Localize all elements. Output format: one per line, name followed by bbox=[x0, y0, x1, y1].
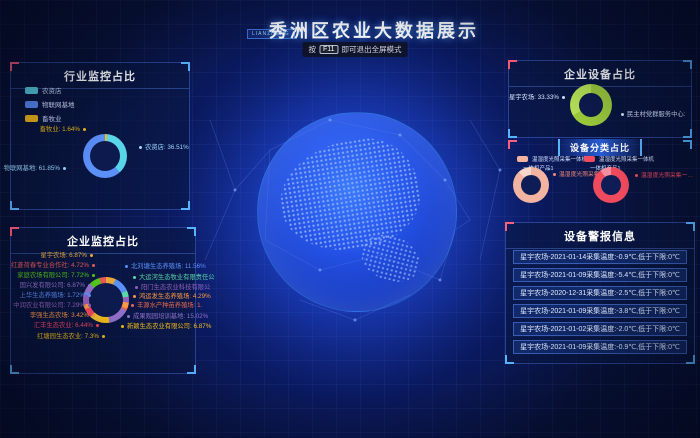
chart-label: 红菱荷春专业合作社: 4.72% bbox=[11, 263, 95, 269]
legend-label: 温湿度光照采集一体机 bbox=[599, 155, 654, 163]
chart-label: 星宇农场: 33.33% bbox=[509, 95, 565, 101]
alarm-row: 星宇农场-2021-01-09采集温度:-5.4℃,低于下限:0℃ bbox=[513, 268, 687, 282]
chart-label: 上华生态养殖场: 1.72% bbox=[20, 293, 91, 299]
equipment-donut-chart[interactable] bbox=[570, 84, 612, 126]
legend-item[interactable]: 畜牧业 bbox=[25, 113, 75, 123]
dashboard: LIANZHENG 秀洲区农业大数据展示 按 F11 即可退出全屏模式 行业监控… bbox=[0, 0, 700, 438]
chart-label: 畜牧业: 1.64% bbox=[40, 127, 86, 133]
alarm-row: 星宇农场-2021-01-09采集温度:-0.9℃,低于下限:0℃ bbox=[513, 340, 687, 354]
legend-swatch bbox=[517, 156, 528, 162]
alarm-row: 星宇农场-2020-12-31采集温度:-2.5℃,低于下限:0℃ bbox=[513, 286, 687, 300]
tooltip-prefix: 按 bbox=[308, 44, 316, 55]
panel-title: 设备警报信息 bbox=[506, 223, 694, 249]
legend-item[interactable]: 农资店 bbox=[25, 85, 75, 95]
legend-swatch bbox=[584, 156, 595, 162]
legend-label: 畜牧业 bbox=[42, 113, 62, 123]
chart-label: 鸿运发生态养殖场: 4.29% bbox=[133, 294, 211, 300]
industry-donut-chart[interactable] bbox=[83, 134, 127, 178]
panel-device-classification: 设备分类占比 温湿度光照采集一体机 一体机产品1 温湿度光照采集一… 温湿度光照… bbox=[508, 140, 692, 216]
device-class-donut-right[interactable] bbox=[593, 167, 629, 203]
legend-swatch bbox=[25, 101, 38, 108]
device-class-donut-left[interactable] bbox=[513, 167, 549, 203]
legend-item[interactable]: 温湿度光照采集一体机 bbox=[517, 155, 587, 163]
panel-title: 企业设备占比 bbox=[509, 61, 691, 87]
legend-swatch bbox=[25, 115, 38, 122]
chart-label: 红塘园生态农业: 7.3% bbox=[37, 334, 105, 340]
chart-label: 家庭农场有限公司: 7.72% bbox=[17, 273, 95, 279]
chart-label: 汇丰生态农业: 6.44% bbox=[34, 323, 99, 329]
legend-label: 温湿度光照采集一体机 bbox=[532, 155, 587, 163]
chart-label: 物联网基地: 61.85% bbox=[4, 166, 66, 172]
chart-label: 民主村党群服务中心: bbox=[621, 112, 685, 118]
chart-label: 温湿度光照采集一… bbox=[635, 174, 693, 180]
legend-label: 农资店 bbox=[42, 85, 62, 95]
chart-label: 新颖生态农业有限公司: 6.87% bbox=[121, 324, 211, 330]
alarm-row: 星宇农场-2021-01-14采集温度:-0.9℃,低于下限:0℃ bbox=[513, 250, 687, 264]
chart-label: 阳门生态农业科技有限公 bbox=[135, 285, 210, 291]
panel-industry-monitor: 行业监控占比 农资店 物联网基地 畜牧业 畜牧业: 1.64% 农资店: 36.… bbox=[10, 62, 190, 210]
panel-title: 企业监控占比 bbox=[11, 228, 195, 254]
chart-label: 大运河生态牧业有限责任公 bbox=[133, 275, 215, 281]
panel-enterprise-monitor: 企业监控占比 星宇农场: 6.87% 红菱荷春专业合作社: 4.72% 家庭农场… bbox=[10, 227, 196, 374]
globe-visualization bbox=[257, 112, 457, 312]
chart-label: 北刘塘生态养殖场: 11.56% bbox=[125, 264, 206, 270]
chart-label: 中润农业有限公司: 7.29% bbox=[13, 303, 91, 309]
panel-device-alarms: 设备警报信息 星宇农场-2021-01-14采集温度:-0.9℃,低于下限:0℃… bbox=[505, 222, 695, 364]
legend-label: 物联网基地 bbox=[42, 99, 75, 109]
panel-equipment-ratio: 企业设备占比 星宇农场: 33.33% 民主村党群服务中心: bbox=[508, 60, 692, 138]
f11-keycap: F11 bbox=[319, 45, 339, 54]
alarm-row: 星宇农场-2021-01-02采集温度:-2.0℃,低于下限:0℃ bbox=[513, 322, 687, 336]
chart-label: 李强生态农场: 3.42% bbox=[30, 313, 95, 319]
fullscreen-tooltip: 按 F11 即可退出全屏模式 bbox=[302, 42, 407, 57]
legend-item[interactable]: 物联网基地 bbox=[25, 99, 75, 109]
panel-title: 设备分类占比 bbox=[558, 139, 642, 156]
chart-label: 星宇农场: 6.87% bbox=[40, 253, 93, 259]
chart-label: 丰源水产种苗养殖场: 1. bbox=[131, 303, 202, 309]
legend-swatch bbox=[25, 87, 38, 94]
chart-label: 农资店: 36.51% bbox=[139, 145, 189, 151]
page-title: 秀洲区农业大数据展示 bbox=[269, 17, 479, 43]
legend-item[interactable]: 温湿度光照采集一体机 bbox=[584, 155, 654, 163]
chart-label: 国兴发有限公司: 6.87% bbox=[20, 283, 91, 289]
alarm-row: 星宇农场-2021-01-09采集温度:-3.8℃,低于下限:0℃ bbox=[513, 304, 687, 318]
tooltip-suffix: 即可退出全屏模式 bbox=[342, 44, 402, 55]
chart-label: 成果观园培训基地: 15.02% bbox=[127, 314, 208, 320]
